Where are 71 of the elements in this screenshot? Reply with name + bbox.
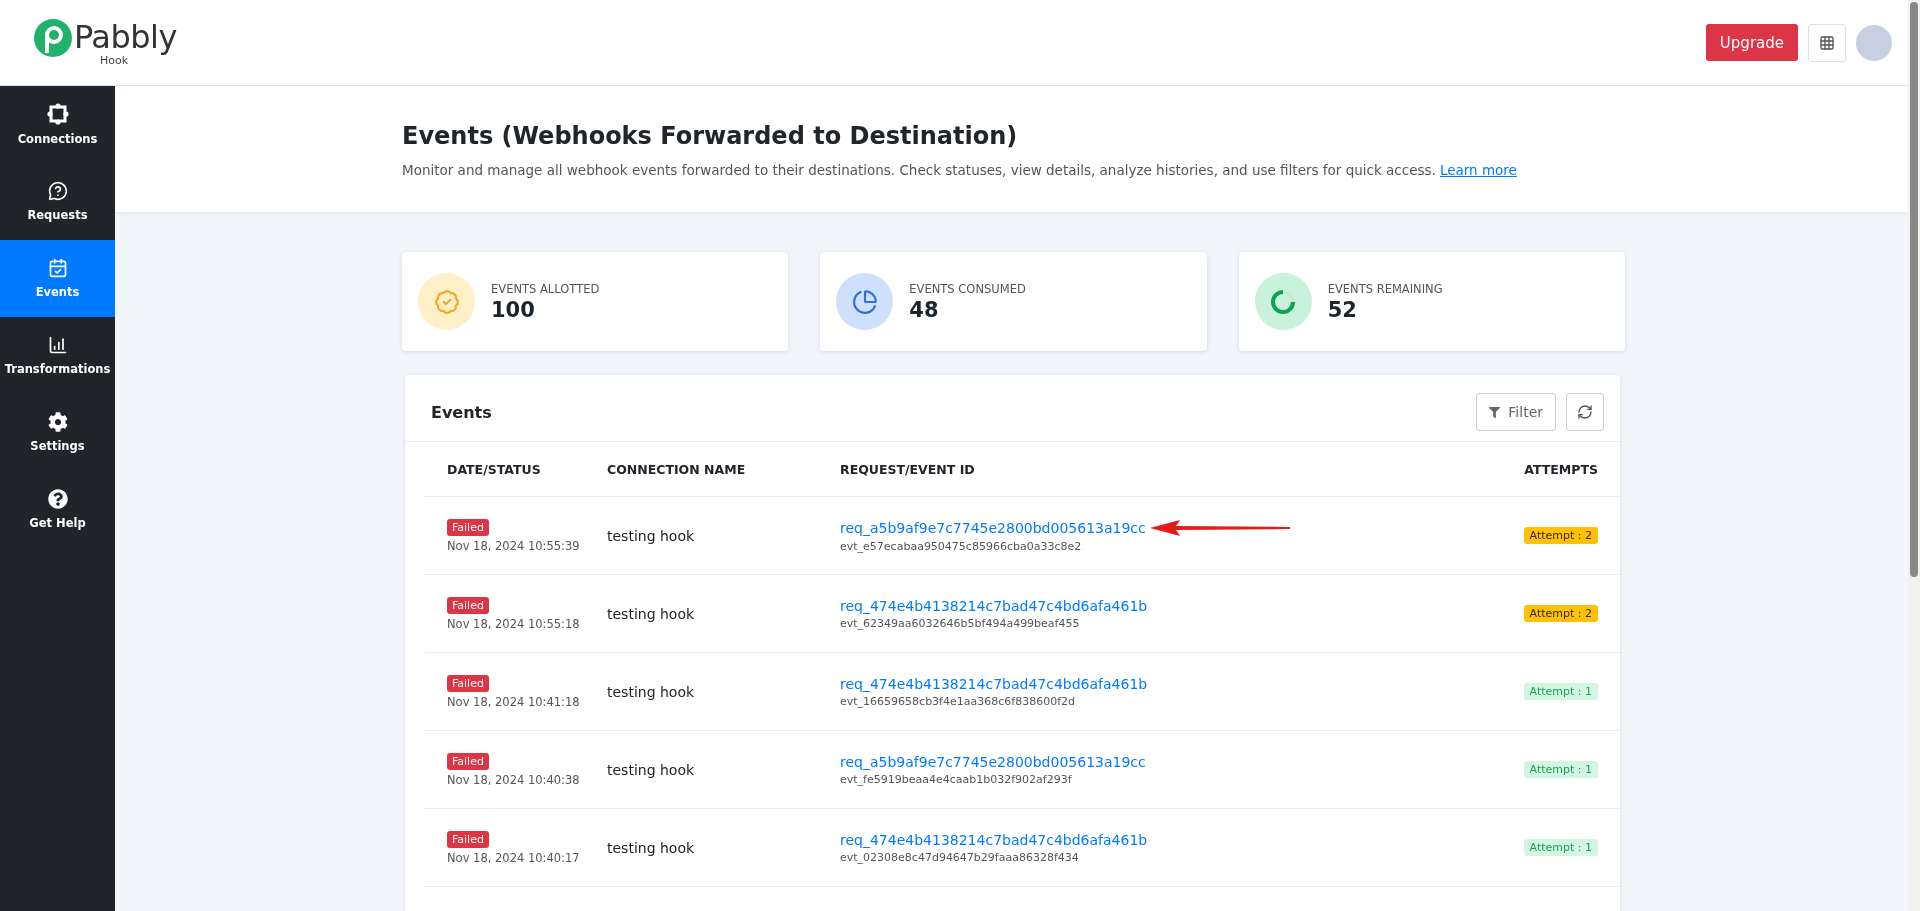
logo-product: Hook <box>100 54 129 67</box>
apps-grid-button[interactable] <box>1808 23 1846 62</box>
filter-button[interactable]: Filter <box>1476 393 1556 431</box>
filter-icon <box>1489 406 1501 418</box>
event-date: Nov 18, 2024 10:40:17 <box>447 850 580 865</box>
event-date: Nov 18, 2024 10:41:18 <box>447 694 580 709</box>
status-tag: Failed <box>447 830 489 848</box>
stat-label: EVENTS REMAINING <box>1327 281 1443 296</box>
scrollbar[interactable] <box>1908 0 1920 911</box>
event-id: evt_e57ecabaa950475c85966cba0a33c8e2 <box>840 539 1082 553</box>
help-icon <box>47 489 68 509</box>
column-header: REQUEST/EVENT ID <box>840 461 976 477</box>
column-header: ATTEMPTS <box>1523 461 1598 477</box>
request-id-link[interactable]: req_a5b9af9e7c7745e2800bd005613a19cc <box>840 519 1146 536</box>
stat-label: EVENTS CONSUMED <box>909 281 1026 296</box>
status-tag: Failed <box>447 596 489 614</box>
upgrade-button[interactable]: Upgrade <box>1705 24 1798 61</box>
connection-name: testing hook <box>607 683 696 700</box>
grid-icon <box>1819 34 1835 51</box>
chat-question-icon <box>47 181 68 201</box>
event-id: evt_62349aa6032646b5bf494a499beaf455 <box>840 616 1080 630</box>
event-id: evt_02308e8c47d94647b29faaa86328f434 <box>840 850 1079 864</box>
scrollbar-thumb[interactable] <box>1910 2 1918 577</box>
status-tag: Failed <box>447 674 489 692</box>
badge-check-icon <box>433 288 460 315</box>
sidebar-item[interactable]: Settings <box>0 394 115 471</box>
connection-name: testing hook <box>607 839 696 856</box>
learn-more-link[interactable]: Learn more <box>1439 162 1517 178</box>
connection-name: testing hook <box>607 761 696 778</box>
sidebar-item[interactable]: Get Help <box>0 471 115 548</box>
attempt-tag: Attempt : 1 <box>1523 761 1598 778</box>
attempt-tag: Attempt : 2 <box>1523 527 1598 544</box>
bar-chart-icon <box>47 335 68 355</box>
request-id-link[interactable]: req_474e4b4138214c7bad47c4bd6afa461b <box>840 597 1148 614</box>
request-id-link[interactable]: req_a5b9af9e7c7745e2800bd005613a19cc <box>840 753 1146 770</box>
attempt-tag: Attempt : 2 <box>1523 605 1598 622</box>
column-header: DATE/STATUS <box>447 461 542 477</box>
pie-chart-icon <box>851 288 878 315</box>
refresh-icon <box>1577 404 1593 420</box>
stat-label: EVENTS ALLOTTED <box>491 281 600 296</box>
settings-icon <box>47 412 68 432</box>
logo-name: Pabbly <box>74 18 177 55</box>
status-tag: Failed <box>447 518 489 536</box>
page-title: Events (Webhooks Forwarded to Destination) <box>402 122 1019 150</box>
logo-mark-icon <box>34 18 72 57</box>
stat-value: 48 <box>909 297 940 322</box>
stat-value: 100 <box>491 297 536 322</box>
attempt-tag: Attempt : 1 <box>1523 839 1598 856</box>
page-description: Monitor and manage all webhook events forwarded to their destinations. Check statuses, view details, analyze histories, and use filters for quick access. Learn more <box>402 162 1518 178</box>
stat-value: 52 <box>1327 297 1358 322</box>
request-id-link[interactable]: req_474e4b4138214c7bad47c4bd6afa461b <box>840 831 1148 848</box>
calendar-check-icon <box>47 258 68 278</box>
request-id-link[interactable]: req_474e4b4138214c7bad47c4bd6afa461b <box>840 675 1148 692</box>
event-date: Nov 18, 2024 10:55:18 <box>447 616 580 631</box>
donut-icon <box>1270 288 1297 315</box>
sidebar-item[interactable]: Connections <box>0 86 115 163</box>
sidebar-item[interactable]: Transformations <box>0 317 115 394</box>
sidebar-item[interactable]: Requests <box>0 163 115 240</box>
table-title: Events <box>431 402 492 422</box>
event-id: evt_16659658cb3f4e1aa368c6f838600f2d <box>840 694 1075 708</box>
event-id: evt_fe5919beaa4e4caab1b032f902af293f <box>840 772 1072 786</box>
event-date: Nov 18, 2024 10:55:39 <box>447 538 580 553</box>
connection-name: testing hook <box>607 527 696 544</box>
sidebar-item[interactable]: Events <box>0 240 115 317</box>
column-header: CONNECTION NAME <box>607 461 747 477</box>
status-tag: Failed <box>447 752 489 770</box>
event-date: Nov 18, 2024 10:40:38 <box>447 772 580 787</box>
node-square-icon <box>46 103 69 125</box>
attempt-tag: Attempt : 1 <box>1523 683 1598 700</box>
refresh-button[interactable] <box>1566 393 1604 431</box>
connection-name: testing hook <box>607 605 696 622</box>
